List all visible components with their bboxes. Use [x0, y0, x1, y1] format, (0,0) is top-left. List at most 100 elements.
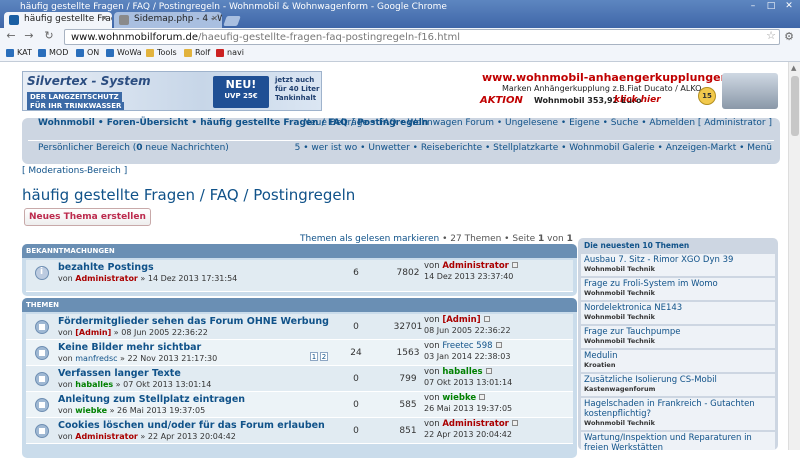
bookmark-on[interactable]: ON — [76, 48, 99, 57]
banner-line: DER LANGZEITSCHUTZ — [27, 92, 122, 102]
anhaengerkupplung-banner[interactable]: www.wohnmobil-anhaengerkupplungen.de Mar… — [478, 71, 780, 111]
folder-icon — [184, 49, 192, 57]
banner-aktion: AKTION — [480, 95, 523, 106]
page-link[interactable]: 2 — [320, 352, 328, 361]
topic-title[interactable]: Anleitung zum Stellplatz eintragen — [58, 394, 245, 405]
window-titlebar: häufig gestellte Fragen / FAQ / Postingr… — [0, 0, 800, 28]
topic-title[interactable]: Fördermitglieder sehen das Forum OHNE We… — [58, 316, 329, 327]
goto-last-post-icon[interactable] — [495, 342, 502, 348]
bookmark-mod[interactable]: MOD — [38, 48, 68, 57]
bookmark-tools[interactable]: Tools — [146, 48, 177, 57]
goto-last-post-icon[interactable] — [511, 420, 518, 426]
topic-pagination: 12 — [310, 352, 330, 361]
last-post-date: 22 Apr 2013 20:04:42 — [424, 430, 512, 439]
tab-sidemap[interactable]: Sidemap.php - 4 - Wo ✕ — [114, 12, 222, 28]
sidebar-topic[interactable]: Wartung/Inspektion und Reparaturen in fr… — [581, 432, 775, 453]
silvertex-banner[interactable]: Silvertex - System DER LANGZEITSCHUTZ FÜ… — [22, 71, 322, 111]
tab-active[interactable]: häufig gestellte Fragen ✕ — [4, 12, 112, 28]
banner-line: FÜR IHR TRINKWASSER — [27, 102, 125, 110]
topic-row[interactable]: Keine Bilder mehr sichtbar von manfredsc… — [26, 340, 573, 366]
bookmark-icon — [76, 49, 84, 57]
topic-title[interactable]: Verfassen langer Texte — [58, 368, 181, 379]
back-arrow-icon[interactable]: ← — [4, 29, 18, 43]
scroll-up-icon[interactable]: ▲ — [791, 64, 796, 72]
topic-icon — [35, 320, 49, 334]
wrench-icon[interactable]: ⚙ — [784, 30, 794, 43]
last-post-date: 14 Dez 2013 23:37:40 — [424, 272, 514, 281]
close-tab-icon[interactable]: ✕ — [101, 14, 108, 23]
sidebar-topic[interactable]: Hagelschaden in Frankreich - Gutachten k… — [581, 398, 775, 430]
bookmark-icon — [106, 49, 114, 57]
last-post-author: von Administrator — [424, 261, 518, 271]
banner-side-text: jetzt auch für 40 Liter Tankinhalt — [275, 76, 320, 102]
page-title[interactable]: häufig gestellte Fragen / FAQ / Postingr… — [22, 186, 355, 204]
sidebar-topic[interactable]: Ausbau 7. Sitz - Rimor XGO Dyn 39 Wohnmob… — [581, 254, 775, 276]
address-bar[interactable]: www.wohnmobilforum.de/haeufig-gestellte-… — [64, 29, 780, 45]
topic-title[interactable]: Keine Bilder mehr sichtbar — [58, 342, 201, 353]
page-link[interactable]: 1 — [310, 352, 318, 361]
goto-last-post-icon[interactable] — [511, 262, 518, 268]
topic-row[interactable]: Cookies löschen und/oder für das Forum e… — [26, 418, 573, 444]
scrollbar-thumb[interactable] — [791, 76, 799, 136]
topic-icon — [35, 346, 49, 360]
navbar-divider — [28, 140, 774, 141]
bookmark-rolf[interactable]: Rolf — [184, 48, 210, 57]
bookmark-navi[interactable]: navi — [216, 48, 244, 57]
last-post-date: 26 Mai 2013 19:37:05 — [424, 404, 513, 413]
topic-row[interactable]: bezahlte Postings von Administrator » 14… — [26, 260, 573, 292]
pagination-bar: Themen als gelesen markieren • 27 Themen… — [300, 234, 573, 244]
page-scrollbar[interactable]: ▲ — [788, 62, 800, 450]
reply-count: 0 — [353, 426, 359, 436]
bookmark-kat[interactable]: KAT — [6, 48, 32, 57]
topic-author-line: von Administrator » 14 Dez 2013 17:31:54 — [58, 274, 238, 283]
personal-area-link[interactable]: Persönlicher Bereich (0 neue Nachrichten… — [38, 143, 229, 153]
topic-row[interactable]: Verfassen langer Texte von haballes » 07… — [26, 366, 573, 392]
new-topic-button[interactable]: Neues Thema erstellen — [24, 208, 151, 226]
maximize-button[interactable]: □ — [762, 0, 780, 13]
new-tab-button[interactable] — [223, 16, 241, 26]
mark-read-link[interactable]: Themen als gelesen markieren — [300, 234, 439, 244]
moderation-link[interactable]: [ Moderations-Bereich ] — [22, 166, 127, 176]
last-post-author: von Administrator — [424, 419, 518, 429]
last-post-author: von [Admin] — [424, 315, 490, 325]
url-path: /haeufig-gestellte-fragen-faq-postingreg… — [198, 32, 460, 43]
topic-row[interactable]: Anleitung zum Stellplatz eintragen von w… — [26, 392, 573, 418]
topic-author-line: von wiebke » 26 Mai 2013 19:37:05 — [58, 406, 206, 415]
sidebar-header: Die neuesten 10 Themen — [584, 241, 690, 250]
close-tab-icon[interactable]: ✕ — [211, 14, 218, 23]
secondary-links[interactable]: 5 • wer ist wo • Unwetter • Reisebericht… — [295, 143, 772, 153]
tab-label: häufig gestellte Fragen — [24, 14, 112, 24]
topic-author-line: von [Admin] » 08 Jun 2005 22:36:22 — [58, 328, 208, 337]
reply-count: 6 — [353, 268, 359, 278]
topic-title[interactable]: Cookies löschen und/oder für das Forum e… — [58, 420, 325, 431]
bookmark-wowa[interactable]: WoWa — [106, 48, 142, 57]
bookmark-star-icon[interactable]: ☆ — [766, 29, 776, 42]
last-post-date: 07 Okt 2013 13:01:14 — [424, 378, 513, 387]
sidebar-topic[interactable]: Nordelektronica NE143 Wohnmobil Technik — [581, 302, 775, 324]
banner-cta: klick hier — [614, 95, 661, 105]
banner-title: Silvertex - System — [27, 74, 151, 88]
goto-last-post-icon[interactable] — [479, 394, 486, 400]
topic-author-line: von Administrator » 22 Apr 2013 20:04:42 — [58, 432, 236, 441]
info-icon — [35, 266, 49, 280]
goto-last-post-icon[interactable] — [483, 316, 490, 322]
banner-badge: NEU! UVP 25€ — [213, 76, 269, 108]
last-post-author: von Freetec 598 — [424, 341, 502, 351]
sidebar-topic[interactable]: Frage zu Froli-System im Womo Wohnmobil T… — [581, 278, 775, 300]
reply-count: 0 — [353, 374, 359, 384]
forward-arrow-icon[interactable]: → — [22, 29, 36, 43]
bookmark-icon — [6, 49, 14, 57]
topic-list: Fördermitglieder sehen das Forum OHNE We… — [22, 312, 577, 446]
quick-links[interactable]: Neue Beiträge • FAQ • Wohnwagen Forum • … — [303, 118, 772, 128]
sidebar-topic[interactable]: Frage zur Tauchpumpe Wohnmobil Technik — [581, 326, 775, 348]
sidebar-topic[interactable]: Medulin Kroatien — [581, 350, 775, 372]
topic-title[interactable]: bezahlte Postings — [58, 262, 154, 273]
minimize-button[interactable]: – — [744, 0, 762, 13]
sidebar-topic[interactable]: Zusätzliche Isolierung CS-Mobil Kastenwag… — [581, 374, 775, 396]
url-host: www.wohnmobilforum.de — [71, 32, 199, 43]
topic-row[interactable]: Fördermitglieder sehen das Forum OHNE We… — [26, 314, 573, 340]
reload-icon[interactable]: ↻ — [42, 29, 56, 43]
bookmarks-bar: KAT MOD ON WoWa Tools Rolf navi — [0, 46, 800, 62]
close-window-button[interactable]: ✕ — [780, 0, 798, 13]
goto-last-post-icon[interactable] — [485, 368, 492, 374]
